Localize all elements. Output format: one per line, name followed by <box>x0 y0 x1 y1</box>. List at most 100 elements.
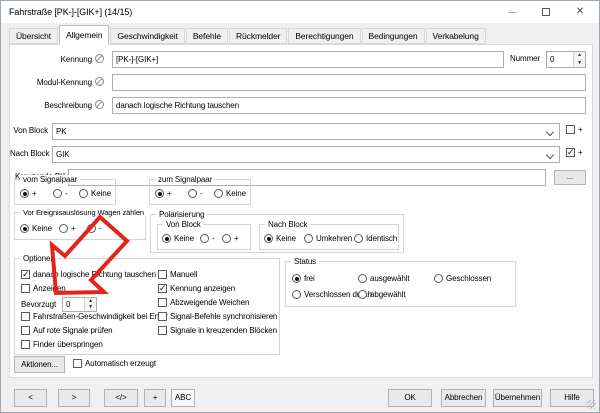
nummer-value: 0 <box>550 55 554 64</box>
apply-button[interactable]: Übernehmen <box>493 389 542 407</box>
status-radio-ausgewaehlt[interactable]: ausgewählt <box>358 274 409 283</box>
kennung-label: Kennung <box>10 54 104 64</box>
checkbox-signal-befehle-sync[interactable]: Signal-Befehle synchronisieren <box>158 312 277 321</box>
radio-icon <box>358 290 367 299</box>
ok-button[interactable]: OK <box>388 389 432 407</box>
vom-signalpaar-group: vom Signalpaar + - Keine <box>14 179 116 205</box>
beschreibung-label: Beschreibung <box>10 100 104 110</box>
radio-icon <box>292 274 301 283</box>
zum-signalpaar-group: zum Signalpaar + - Keine <box>149 179 251 205</box>
kreuzende-bloecke-input[interactable] <box>68 169 546 186</box>
zum-signalpaar-radio-minus[interactable]: - <box>188 189 203 198</box>
polarisierung-nach-radio-keine[interactable]: Keine <box>264 234 296 243</box>
beschreibung-input[interactable]: danach logische Richtung tauschen <box>112 97 586 114</box>
modul-kennung-input[interactable] <box>112 74 586 91</box>
maximize-button[interactable] <box>531 1 561 23</box>
radio-icon <box>79 189 88 198</box>
nav-prev-button[interactable]: < <box>14 389 47 407</box>
checkbox-icon <box>158 284 167 293</box>
polarisierung-von-radio-keine[interactable]: Keine <box>162 234 194 243</box>
chevron-down-icon <box>546 128 554 136</box>
vom-signalpaar-radio-keine[interactable]: Keine <box>79 189 111 198</box>
checkbox-fahrstrassen-geschwindigkeit[interactable]: Fahrstraßen-Geschwindigkeit bei Enter <box>21 312 168 321</box>
nummer-spinner[interactable]: 0 ▲▼ <box>546 51 586 68</box>
checkbox-finder-ueberspringen[interactable]: Finder überspringen <box>21 340 103 349</box>
zum-signalpaar-radio-keine[interactable]: Keine <box>214 189 246 198</box>
tab-verkabelung[interactable]: Verkabelung <box>426 28 486 44</box>
tab-geschwindigkeit[interactable]: Geschwindigkeit <box>110 28 184 44</box>
checkbox-icon <box>73 359 82 368</box>
spin-down-icon[interactable]: ▼ <box>574 60 585 68</box>
checkbox-kennung-anzeigen[interactable]: Kennung anzeigen <box>158 284 235 293</box>
tab-bedingungen[interactable]: Bedingungen <box>362 28 425 44</box>
minimize-button[interactable] <box>497 1 527 23</box>
dialog-window: Fahrstraße [PK-]-[GIK+] (14/15) ✕ Übersi… <box>0 0 600 413</box>
von-block-combo[interactable]: PK <box>52 123 560 140</box>
spin-up-icon[interactable]: ▲ <box>574 52 585 60</box>
content-panel: Kennung [PK-]-[GIK+] Nummer 0 ▲▼ Modul-K… <box>9 44 593 378</box>
nav-plus-button[interactable]: + <box>144 389 166 407</box>
aktionen-button[interactable]: Aktionen... <box>14 356 65 373</box>
polarisierung-group: Polarisierung Von Block Keine - + Nach B… <box>150 214 404 253</box>
kreuzende-bloecke-browse-button[interactable]: ... <box>554 170 586 185</box>
von-block-plus-checkbox[interactable]: + <box>566 125 583 134</box>
tab-rueckmelder[interactable]: Rückmelder <box>229 28 287 44</box>
resize-grip[interactable] <box>587 400 596 409</box>
minimize-icon <box>508 12 517 13</box>
red-arrow-annotation <box>9 220 129 298</box>
nav-next-button[interactable]: > <box>58 389 90 407</box>
nach-block-combo[interactable]: GIK <box>52 146 560 163</box>
radio-icon <box>292 290 301 299</box>
radio-icon <box>200 234 209 243</box>
polarisierung-von-block-group: Von Block Keine - + <box>157 224 251 250</box>
status-radio-frei[interactable]: frei <box>292 274 315 283</box>
tab-berechtigungen[interactable]: Berechtigungen <box>288 28 360 44</box>
slash-circle-icon <box>95 77 104 86</box>
checkbox-signale-kreuzende-bloecke[interactable]: Signale in kreuzenden Blöcken <box>158 326 277 335</box>
title-bar: Fahrstraße [PK-]-[GIK+] (14/15) ✕ <box>1 1 599 23</box>
cancel-button[interactable]: Abbrechen <box>441 389 486 407</box>
polarisierung-nach-block-group: Nach Block Keine Umkehren Identisch <box>259 224 399 250</box>
polarisierung-von-radio-minus[interactable]: - <box>200 234 215 243</box>
nach-block-plus-checkbox[interactable]: + <box>566 148 583 157</box>
radio-icon <box>162 234 171 243</box>
polarisierung-nach-radio-identisch[interactable]: Identisch <box>354 234 397 243</box>
kennung-input[interactable]: [PK-]-[GIK+] <box>112 51 504 68</box>
modul-kennung-label: Modul-Kennung <box>10 77 104 87</box>
checkbox-icon <box>158 298 167 307</box>
checkbox-abzweigende-weichen[interactable]: Abzweigende Weichen <box>158 298 249 307</box>
vom-signalpaar-radio-plus[interactable]: + <box>20 189 37 198</box>
slash-circle-icon <box>95 100 104 109</box>
checkbox-manuell[interactable]: Manuell <box>158 270 197 279</box>
tab-uebersicht[interactable]: Übersicht <box>9 28 58 44</box>
bevorzugt-spinner[interactable]: 0 ▲▼ <box>62 297 97 312</box>
tab-bar: Übersicht Allgemein Geschwindigkeit Befe… <box>9 25 487 44</box>
checkbox-icon <box>21 326 30 335</box>
chevron-down-icon <box>546 151 554 159</box>
radio-icon <box>53 189 62 198</box>
radio-icon <box>20 189 29 198</box>
slash-circle-icon <box>95 54 104 63</box>
polarisierung-von-radio-plus[interactable]: + <box>222 234 239 243</box>
bevorzugt-value: 0 <box>66 300 70 309</box>
nav-code-button[interactable]: </> <box>104 389 138 407</box>
checkbox-automatisch-erzeugt[interactable]: Automatisch erzeugt <box>73 359 156 368</box>
radio-icon <box>264 234 273 243</box>
tab-befehle[interactable]: Befehle <box>186 28 228 44</box>
bevorzugt-label: Bevorzugt <box>21 300 56 309</box>
status-radio-abgewaehlt[interactable]: abgewählt <box>358 290 406 299</box>
radio-icon <box>222 234 231 243</box>
checkbox-icon <box>566 148 575 157</box>
nav-abc-button[interactable]: ABC <box>171 389 195 407</box>
status-group: Status frei ausgewählt Geschlossen Versc… <box>285 261 516 307</box>
close-button[interactable]: ✕ <box>565 1 595 23</box>
checkbox-auf-rote-signale[interactable]: Auf rote Signale prüfen <box>21 326 113 335</box>
spin-down-icon[interactable]: ▼ <box>85 305 96 312</box>
window-title: Fahrstraße [PK-]-[GIK+] (14/15) <box>9 7 132 17</box>
radio-icon <box>304 234 313 243</box>
polarisierung-nach-radio-umkehren[interactable]: Umkehren <box>304 234 352 243</box>
vom-signalpaar-radio-minus[interactable]: - <box>53 189 68 198</box>
zum-signalpaar-radio-plus[interactable]: + <box>155 189 172 198</box>
status-radio-geschlossen[interactable]: Geschlossen <box>434 274 491 283</box>
tab-allgemein[interactable]: Allgemein <box>59 25 109 45</box>
